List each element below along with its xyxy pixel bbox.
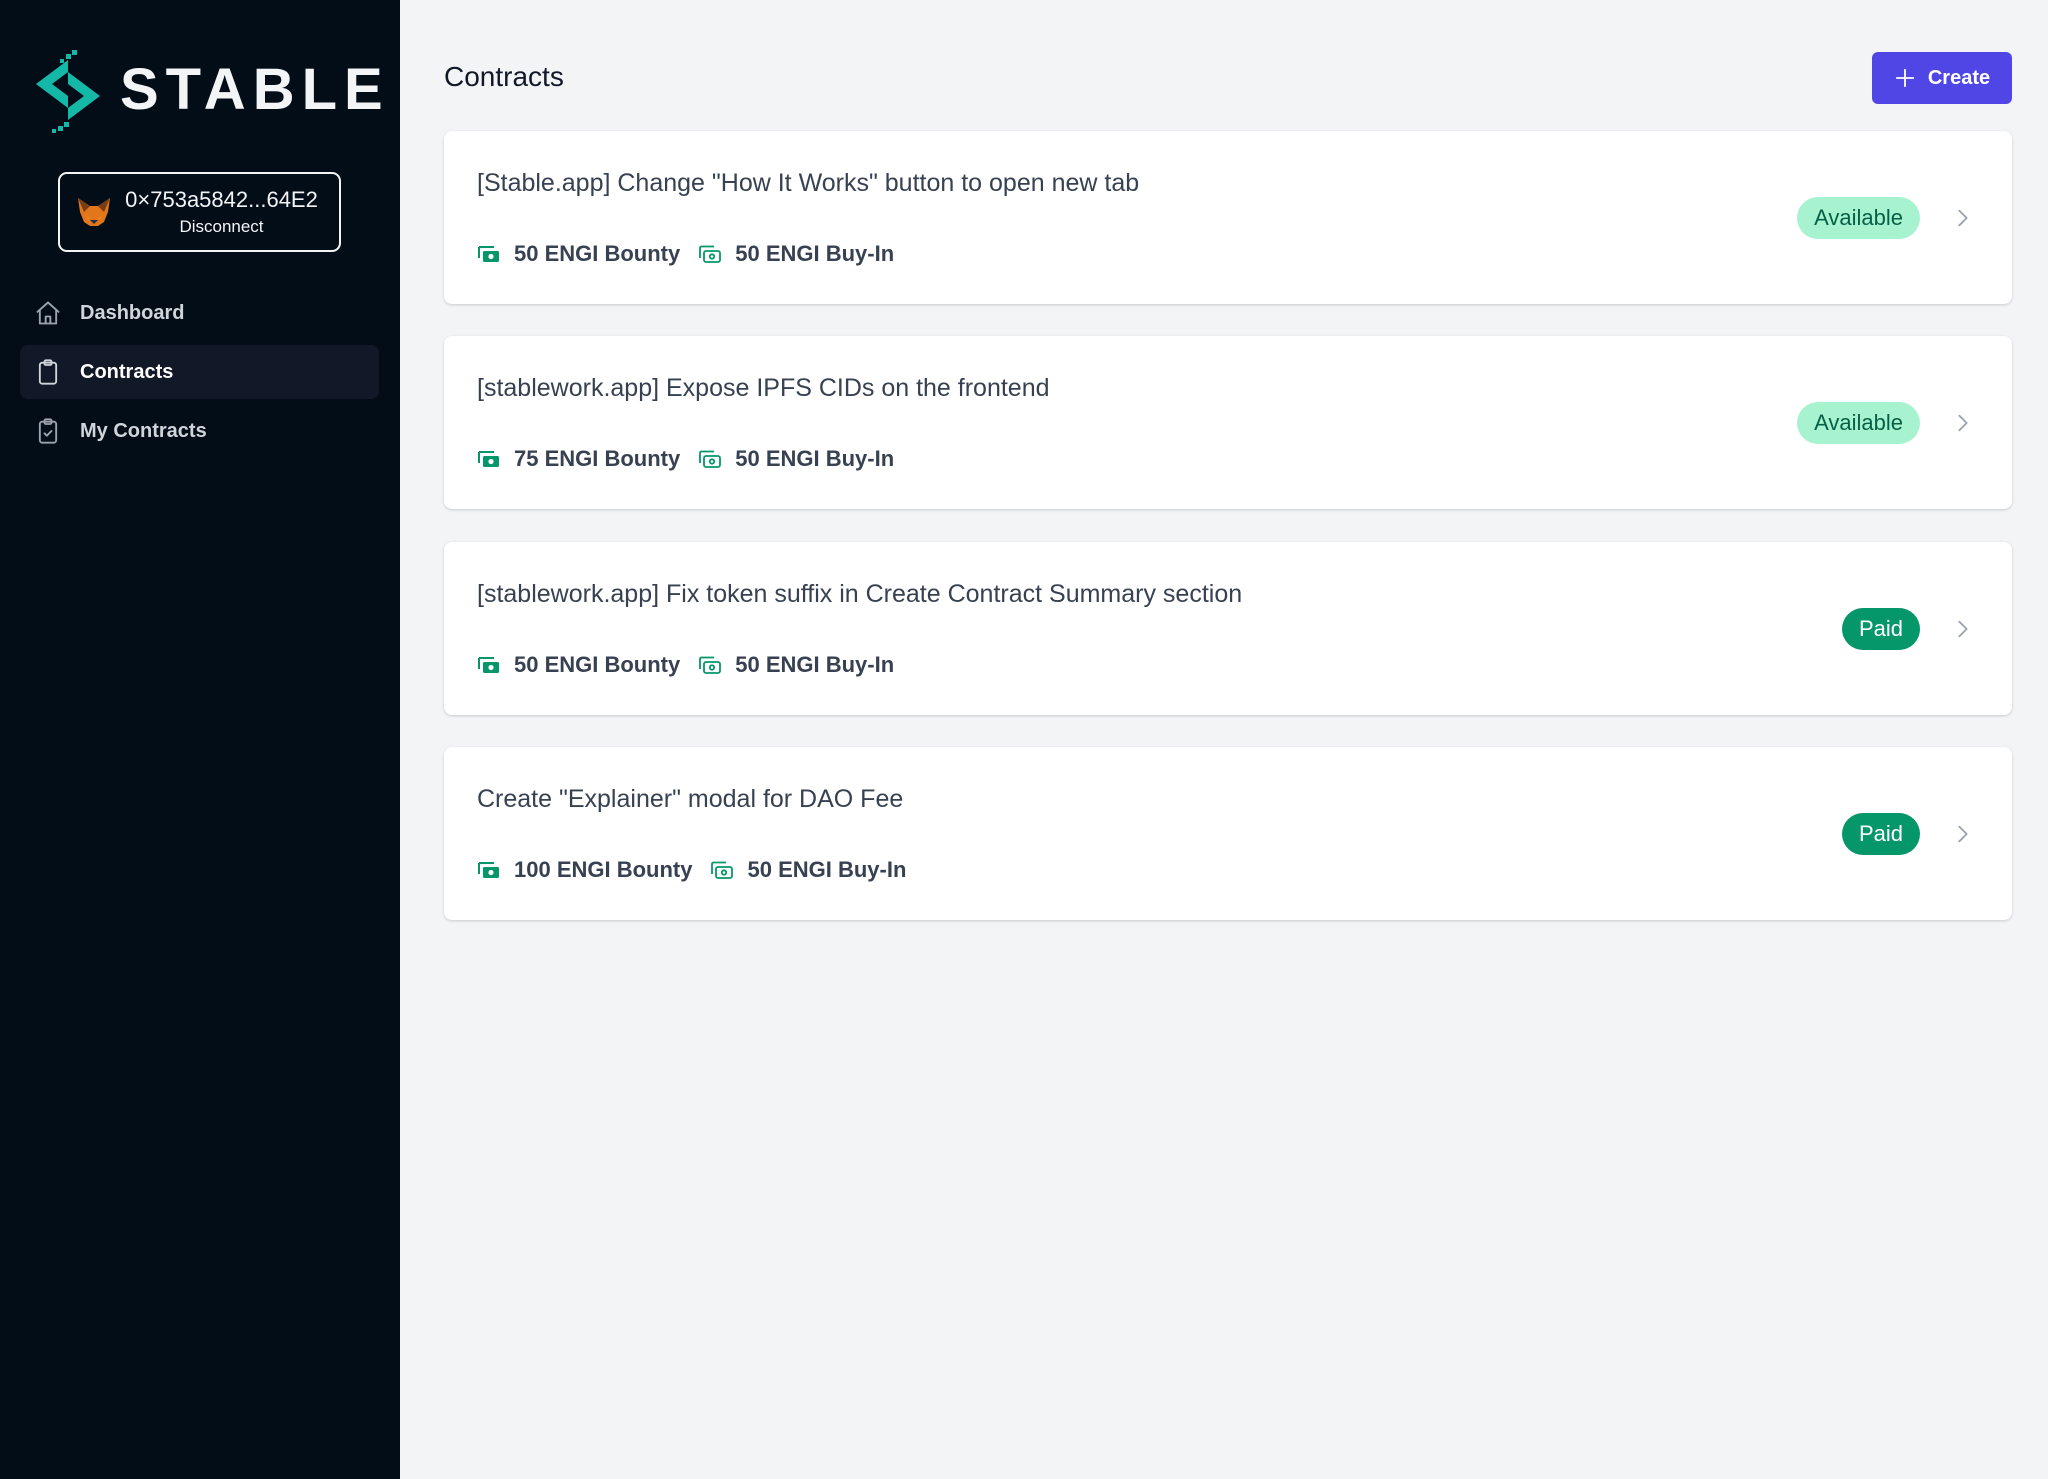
status-badge: Available — [1797, 197, 1920, 239]
page-title: Contracts — [444, 61, 564, 92]
cash-icon — [478, 451, 499, 467]
buyin-label: 50 ENGI Buy-In — [735, 241, 895, 266]
status-badge: Available — [1797, 402, 1920, 444]
chevron-right-icon[interactable] — [1952, 412, 1974, 434]
cash-outline-icon — [699, 450, 722, 468]
contract-title: [Stable.app] Change "How It Works" butto… — [477, 169, 1140, 197]
bounty: 50 ENGI Bounty — [477, 241, 680, 267]
bounty: 75 ENGI Bounty — [477, 446, 680, 472]
sidebar-nav: Dashboard Contracts My Contracts — [20, 286, 379, 463]
bounty-label: 75 ENGI Bounty — [514, 446, 681, 471]
clipboard-check-icon — [38, 418, 58, 444]
cash-icon — [478, 862, 499, 878]
logo[interactable]: STABLE — [30, 46, 390, 134]
wallet-address: 0×753a5842...64E2 — [125, 187, 318, 212]
cash-outline-icon — [699, 245, 722, 263]
bounty: 50 ENGI Bounty — [477, 652, 680, 678]
sidebar-item-label: My Contracts — [80, 419, 207, 442]
contract-card[interactable]: Create "Explainer" modal for DAO Fee 100… — [444, 747, 2012, 920]
buyin-label: 50 ENGI Buy-In — [735, 446, 895, 471]
contract-title: [stablework.app] Expose IPFS CIDs on the… — [477, 374, 1050, 402]
buy-in: 50 ENGI Buy-In — [698, 446, 894, 472]
sidebar-item-my-contracts[interactable]: My Contracts — [20, 404, 379, 458]
sidebar-item-dashboard[interactable]: Dashboard — [20, 286, 379, 340]
plus-icon — [1895, 68, 1915, 88]
buyin-label: 50 ENGI Buy-In — [735, 652, 895, 677]
buy-in: 50 ENGI Buy-In — [710, 857, 906, 883]
metamask-fox-icon — [78, 198, 110, 226]
contract-card[interactable]: [stablework.app] Fix token suffix in Cre… — [444, 542, 2012, 715]
contract-meta: 100 ENGI Bounty 50 ENGI Buy-In — [477, 857, 924, 883]
contract-meta: 50 ENGI Bounty 50 ENGI Buy-In — [477, 652, 912, 678]
contract-card[interactable]: [stablework.app] Expose IPFS CIDs on the… — [444, 336, 2012, 509]
chevron-right-icon[interactable] — [1952, 823, 1974, 845]
bounty-label: 50 ENGI Bounty — [514, 652, 681, 677]
sidebar-item-contracts[interactable]: Contracts — [20, 345, 379, 399]
bounty: 100 ENGI Bounty — [477, 857, 692, 883]
buy-in: 50 ENGI Buy-In — [698, 241, 894, 267]
create-button[interactable]: Create — [1872, 52, 2012, 104]
bounty-label: 100 ENGI Bounty — [514, 857, 693, 882]
chevron-right-icon[interactable] — [1952, 618, 1974, 640]
buyin-label: 50 ENGI Buy-In — [747, 857, 907, 882]
sidebar-item-label: Dashboard — [80, 301, 185, 324]
bounty-label: 50 ENGI Bounty — [514, 241, 681, 266]
home-icon — [36, 301, 60, 325]
main-content: Contracts Create [Stable.app] Change "Ho… — [400, 0, 2048, 1479]
chevron-right-icon[interactable] — [1952, 207, 1974, 229]
cash-outline-icon — [711, 861, 734, 879]
contract-meta: 75 ENGI Bounty 50 ENGI Buy-In — [477, 446, 912, 472]
brand-name: STABLE — [120, 57, 390, 122]
status-badge: Paid — [1841, 608, 1920, 650]
contract-meta: 50 ENGI Bounty 50 ENGI Buy-In — [477, 241, 912, 267]
contract-title: [stablework.app] Fix token suffix in Cre… — [477, 580, 1243, 608]
stable-logo-icon — [36, 50, 100, 133]
cash-outline-icon — [699, 656, 722, 674]
contract-title: Create "Explainer" modal for DAO Fee — [477, 785, 904, 813]
sidebar-item-label: Contracts — [80, 360, 174, 383]
clipboard-icon — [38, 359, 58, 385]
create-button-label: Create — [1927, 66, 1991, 89]
contract-card[interactable]: [Stable.app] Change "How It Works" butto… — [444, 131, 2012, 304]
buy-in: 50 ENGI Buy-In — [698, 652, 894, 678]
status-badge: Paid — [1841, 813, 1920, 855]
cash-icon — [478, 657, 499, 673]
wallet-button[interactable]: 0×753a5842...64E2 Disconnect — [58, 172, 341, 252]
sidebar: STABLE 0×753a5842...64E2 Disconnect Dash… — [0, 0, 400, 1479]
disconnect-label: Disconnect — [179, 217, 264, 236]
cash-icon — [478, 246, 499, 262]
